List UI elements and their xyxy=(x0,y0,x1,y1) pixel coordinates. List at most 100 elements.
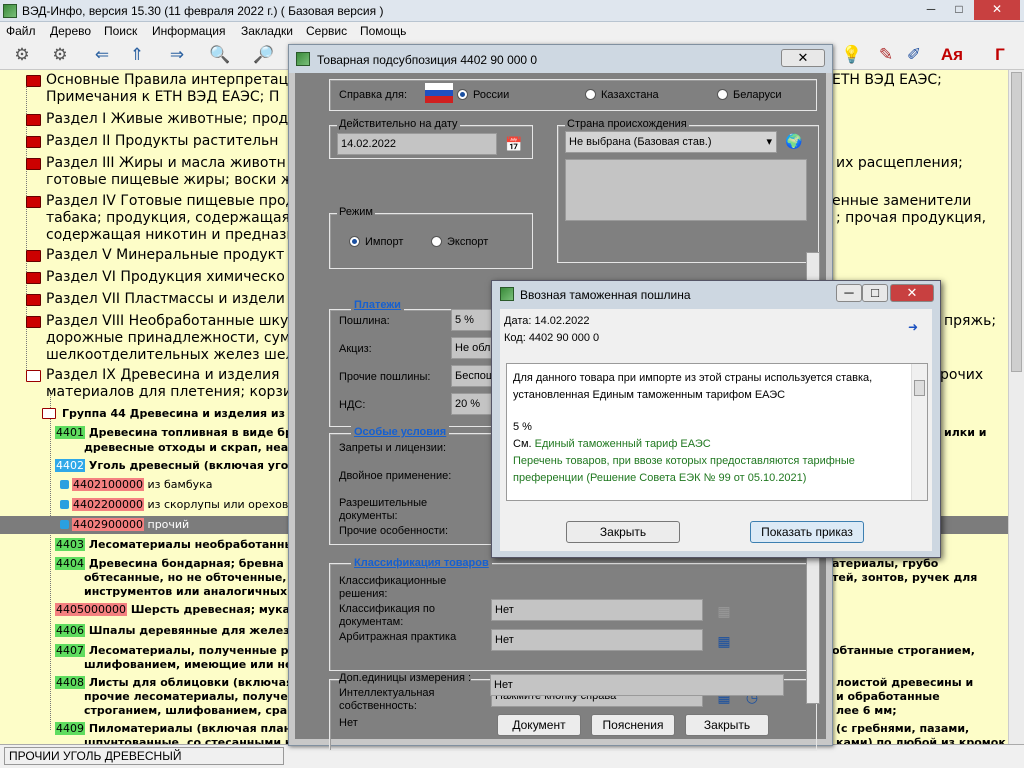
tree-item-4406[interactable]: 4406 Шпалы деревянные для железнод xyxy=(55,623,314,638)
tree-collapse-icon[interactable]: ⚙ xyxy=(10,44,34,66)
pencil-icon[interactable]: ✐ xyxy=(902,44,926,66)
tree-section-tail: пряжь; xyxy=(944,313,997,329)
tree-section[interactable]: Основные Правила интерпретаци xyxy=(46,72,297,89)
origin-list[interactable] xyxy=(565,159,807,221)
payments-title[interactable]: Платежи xyxy=(351,299,404,311)
tree-item-line: строганием, шлифованием, сращ xyxy=(84,704,300,717)
book-icon xyxy=(26,75,41,87)
menu-service[interactable]: Сервис xyxy=(306,24,347,38)
tree-section[interactable]: Раздел I Живые животные; прод xyxy=(46,111,288,128)
tree-item-4403[interactable]: 4403 Лесоматериалы необработанные, xyxy=(55,537,306,552)
duty-close-x-button[interactable]: ✕ xyxy=(890,284,934,302)
gr-icon[interactable]: Г xyxy=(988,44,1012,66)
menu-tree[interactable]: Дерево xyxy=(50,24,91,38)
tree-section[interactable]: Раздел V Минеральные продукт xyxy=(46,247,284,264)
vat-label: НДС: xyxy=(339,399,366,411)
tree-section-tail: их расщепления; xyxy=(836,155,963,171)
radio-kazakhstan[interactable] xyxy=(585,89,596,100)
leaf-icon xyxy=(60,500,69,509)
tree-group[interactable]: Группа 44 Древесина и изделия из н xyxy=(62,406,296,421)
radio-russia-label: России xyxy=(473,89,510,101)
translate-icon[interactable]: Ая xyxy=(940,44,964,66)
nav-forward-icon[interactable]: ⇒ xyxy=(165,44,189,66)
leaf-icon xyxy=(60,480,69,489)
dialog-titlebar: Товарная подсубпозиция 4402 90 000 0 ✕ xyxy=(289,45,832,73)
tree-section[interactable]: Раздел II Продукты растительн xyxy=(46,133,278,150)
tree-section[interactable]: Раздел III Жиры и масла животн xyxy=(46,155,286,172)
forward-arrow-icon[interactable]: ➜ xyxy=(902,317,924,337)
duty-close-button[interactable]: Закрыть xyxy=(566,521,680,543)
tree-item-4401[interactable]: 4401 Древесина топливная в виде брев xyxy=(55,425,307,440)
search-icon[interactable]: 🔍 xyxy=(208,44,232,66)
tree-section[interactable]: Раздел IV Готовые пищевые прод xyxy=(46,193,295,210)
tree-item-tail: илки и xyxy=(944,426,987,439)
tree-expand-icon[interactable]: ⚙ xyxy=(48,44,72,66)
tree-item-tail: (с гребнями, пазами, xyxy=(836,722,970,735)
radio-russia[interactable] xyxy=(457,89,468,100)
dialog-close-text-button[interactable]: Закрыть xyxy=(685,714,769,736)
arbitration-field: Нет xyxy=(491,629,703,651)
class-documents-field: Нет xyxy=(491,599,703,621)
tree-leaf[interactable]: 4402200000 из скорлупы или орехов xyxy=(72,497,288,512)
dialog-close-button[interactable]: ✕ xyxy=(781,49,825,67)
preferences-link-cont[interactable]: преференции (Решение Совета ЕЭК № 99 от … xyxy=(513,470,806,487)
radio-belarus[interactable] xyxy=(717,89,728,100)
menu-file[interactable]: Файл xyxy=(6,24,36,38)
nav-up-icon[interactable]: ⇑ xyxy=(125,44,149,66)
tree-leaf-selected[interactable]: 4402900000 прочий xyxy=(72,517,189,532)
dialog-icon xyxy=(296,52,310,66)
show-order-button[interactable]: Показать приказ xyxy=(750,521,864,543)
duty-text-scrollbar[interactable] xyxy=(911,364,927,500)
origin-select[interactable]: Не выбрана (Базовая став.) ▾ xyxy=(565,131,777,153)
duty-text-line2: установленная Единым таможенным тарифом … xyxy=(513,389,786,401)
tree-item-4404[interactable]: 4404 Древесина бондарная; бревна рас xyxy=(55,556,309,571)
globe-icon[interactable]: 🌍 xyxy=(783,131,805,151)
classification-title[interactable]: Классификация товаров xyxy=(351,557,492,569)
book-icon xyxy=(26,136,41,148)
tree-item-4408[interactable]: 4408 Листы для облицовки (включая по xyxy=(55,675,312,690)
radio-export[interactable] xyxy=(431,236,442,247)
duty-date: Дата: 14.02.2022 xyxy=(504,315,590,327)
notes-icon[interactable]: ✎ xyxy=(874,44,898,66)
preferences-link[interactable]: Перечень товаров, при ввозе которых пред… xyxy=(513,453,855,470)
tree-section[interactable]: Раздел VII Пластмассы и издели xyxy=(46,291,285,308)
tree-leaf[interactable]: 4402100000 из бамбука xyxy=(72,477,213,492)
tree-section[interactable]: Раздел VI Продукция химическо xyxy=(46,269,285,286)
menu-help[interactable]: Помощь xyxy=(360,24,406,38)
duty-maximize-button[interactable]: □ xyxy=(862,284,888,302)
calendar-icon[interactable]: 📅 xyxy=(503,134,525,154)
tree-item-4407[interactable]: 4407 Лесоматериалы, полученные расп xyxy=(55,643,310,658)
eaeu-tariff-link[interactable]: Единый таможенный тариф ЕАЭС xyxy=(535,438,711,450)
tip-bulb-icon[interactable]: 💡 xyxy=(840,44,864,66)
menu-search[interactable]: Поиск xyxy=(104,24,137,38)
scroll-thumb[interactable] xyxy=(914,380,925,396)
special-title[interactable]: Особые условия xyxy=(351,426,450,438)
scroll-thumb[interactable] xyxy=(1011,72,1022,372)
menu-bookmarks[interactable]: Закладки xyxy=(241,24,293,38)
explanations-button[interactable]: Пояснения xyxy=(591,714,675,736)
maximize-button[interactable]: □ xyxy=(946,0,972,20)
tree-section[interactable]: Раздел IX Древесина и изделия xyxy=(46,367,279,384)
tree-section-line: шелкоотделительных желез шелк xyxy=(46,347,303,363)
units-label: Нет xyxy=(339,717,358,729)
menu-info[interactable]: Информация xyxy=(152,24,225,38)
book-icon xyxy=(26,158,41,170)
close-button[interactable]: ✕ xyxy=(974,0,1020,20)
tree-section-line: материалов для плетения; корзи xyxy=(46,384,292,400)
tree-item-line: обтесанные, но не обточенные, не xyxy=(84,571,306,584)
radio-import[interactable] xyxy=(349,236,360,247)
nav-back-icon[interactable]: ⇐ xyxy=(90,44,114,66)
tree-item-tail: тей, зонтов, ручек для xyxy=(832,571,978,584)
tree-scrollbar[interactable] xyxy=(1008,70,1024,744)
search-advanced-icon[interactable]: 🔎 xyxy=(252,44,276,66)
duty-minimize-button[interactable]: ─ xyxy=(836,284,862,302)
app-titlebar: ВЭД-Инфо, версия 15.30 (11 февраля 2022 … xyxy=(0,0,1024,22)
chart-icon[interactable]: ▦ xyxy=(713,631,735,651)
tree-item-4402[interactable]: 4402 Уголь древесный (включая уголь, xyxy=(55,458,307,473)
minimize-button[interactable]: ─ xyxy=(918,0,944,20)
date-field[interactable]: 14.02.2022 xyxy=(337,133,497,155)
document-button[interactable]: Документ xyxy=(497,714,581,736)
tree-item-4409[interactable]: 4409 Пиломатериалы (включая планки xyxy=(55,721,306,736)
tree-item-4405[interactable]: 4405000000 Шерсть древесная; мука др xyxy=(55,602,311,617)
tree-section[interactable]: Раздел VIII Необработанные шку xyxy=(46,313,288,330)
